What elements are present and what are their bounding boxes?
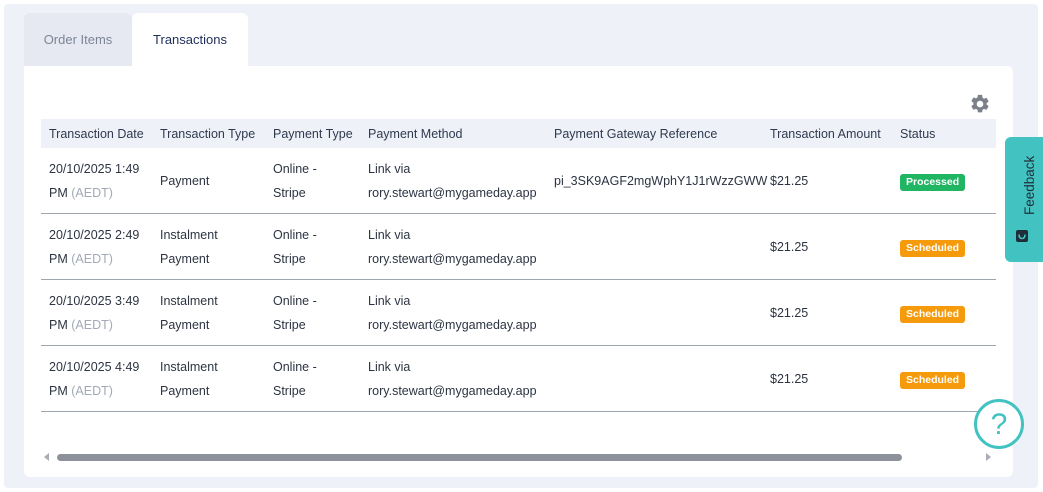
header-payment-type[interactable]: Payment Type (265, 122, 360, 146)
payment-type: Online - Stripe (273, 293, 317, 332)
header-transaction-type[interactable]: Transaction Type (152, 122, 265, 146)
help-icon[interactable]: ? (973, 398, 1025, 450)
table-row[interactable]: 20/10/2025 1:49 PM (AEDT) Payment Online… (41, 148, 996, 214)
payment-method: Link via rory.stewart@mygameday.app (368, 227, 537, 266)
page-container: Order Items Transactions Transaction Dat… (4, 4, 1038, 488)
header-transaction-amount[interactable]: Transaction Amount (762, 122, 892, 146)
transaction-type: Payment (160, 173, 210, 188)
header-payment-method[interactable]: Payment Method (360, 122, 546, 146)
status-badge: Scheduled (900, 239, 966, 257)
feedback-smile-icon (1016, 230, 1028, 242)
scroll-left-arrow[interactable] (44, 453, 49, 461)
payment-type: Online - Stripe (273, 227, 317, 266)
payment-method: Link via rory.stewart@mygameday.app (368, 293, 537, 332)
tab-bar: Order Items Transactions (24, 13, 248, 66)
tab-order-items[interactable]: Order Items (24, 13, 132, 66)
help-label: ? (991, 408, 1008, 441)
payment-method: Link via rory.stewart@mygameday.app (368, 161, 537, 200)
tab-transactions[interactable]: Transactions (132, 13, 248, 66)
horizontal-scrollbar-thumb[interactable] (57, 454, 902, 461)
status-badge: Scheduled (900, 371, 966, 389)
payment-method: Link via rory.stewart@mygameday.app (368, 359, 537, 398)
transaction-date: 20/10/2025 2:49 PM (AEDT) (49, 227, 140, 266)
header-gateway-reference[interactable]: Payment Gateway Reference (546, 122, 762, 146)
transactions-panel: Transaction Date Transaction Type Paymen… (24, 66, 1013, 477)
transaction-amount: $21.25 (770, 173, 809, 188)
table-row[interactable]: 20/10/2025 2:49 PM (AEDT) Instalment Pay… (41, 214, 996, 280)
payment-type: Online - Stripe (273, 359, 317, 398)
feedback-button[interactable]: Feedback (1005, 137, 1043, 262)
transaction-amount: $21.25 (770, 371, 809, 386)
transaction-type: Instalment Payment (160, 227, 218, 266)
transaction-date: 20/10/2025 1:49 PM (AEDT) (49, 161, 140, 200)
gateway-reference: pi_3SK9AGF2mgWphY1J1rWzzGWW (554, 173, 768, 188)
status-badge: Processed (900, 173, 966, 191)
gear-icon[interactable] (969, 93, 991, 115)
transaction-amount: $21.25 (770, 239, 809, 254)
scroll-right-arrow[interactable] (986, 453, 991, 461)
transaction-amount: $21.25 (770, 305, 809, 320)
payment-type: Online - Stripe (273, 161, 317, 200)
transaction-type: Instalment Payment (160, 359, 218, 398)
transaction-date: 20/10/2025 3:49 PM (AEDT) (49, 293, 140, 332)
table-row[interactable]: 20/10/2025 4:49 PM (AEDT) Instalment Pay… (41, 346, 996, 412)
transaction-type: Instalment Payment (160, 293, 218, 332)
header-status[interactable]: Status (892, 122, 996, 146)
transactions-table: Transaction Date Transaction Type Paymen… (41, 119, 996, 412)
table-header: Transaction Date Transaction Type Paymen… (41, 119, 996, 148)
transaction-date: 20/10/2025 4:49 PM (AEDT) (49, 359, 140, 398)
header-transaction-date[interactable]: Transaction Date (41, 122, 152, 146)
status-badge: Scheduled (900, 305, 966, 323)
feedback-label: Feedback (1022, 155, 1037, 215)
table-row[interactable]: 20/10/2025 3:49 PM (AEDT) Instalment Pay… (41, 280, 996, 346)
